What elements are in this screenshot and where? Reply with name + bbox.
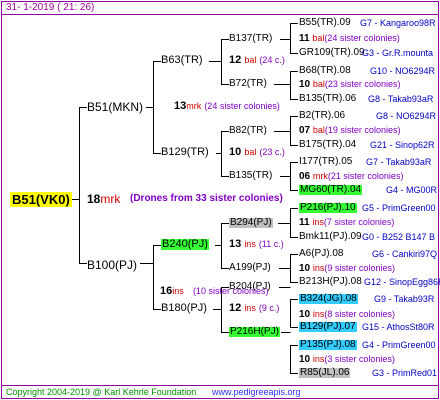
gen4-info: G12 - SinopEgg86R (364, 277, 440, 287)
gen4-name[interactable]: B68(TR).08 (299, 66, 351, 76)
gen3-f-stats: 10 ins(9 sister colonies) (299, 263, 395, 274)
gen3-g-stats: 10 ins(8 sister colonies) (299, 309, 395, 320)
gen4-name[interactable]: I177(TR).05 (299, 157, 352, 167)
gen4-info: G21 - Sinop62R (370, 140, 435, 150)
gen1-p1-name[interactable]: B51(MKN) (87, 101, 143, 113)
gen4-name[interactable]: B55(TR).09 (299, 18, 351, 28)
gen3-h-name[interactable]: P216H(PJ) (229, 327, 280, 337)
gen4-name[interactable]: Bmk11(PJ).09 (299, 232, 362, 242)
gen4-info: G0 - B252 B147 B (362, 232, 436, 242)
queen-root[interactable]: B51(VK0) (10, 192, 72, 207)
gen3-h-stats: 10 ins(3 sister colonies) (299, 354, 395, 365)
gen3-d-stats: 06 mrk(21 sister colonies) (299, 171, 404, 182)
gen3-a-name[interactable]: B137(TR) (229, 34, 272, 44)
gen4-name[interactable]: B324(JG).08 (299, 294, 358, 304)
pedigree-canvas: 31- 1-2019 ( 21: 26) B51(VK0) 18mrk (Dro… (0, 0, 440, 400)
gen2-a-stats: 12 bal (24 c.) (229, 54, 285, 66)
gen4-name[interactable]: B2(TR).06 (299, 111, 345, 121)
report-date: 31- 1-2019 ( 21: 26) (6, 2, 95, 13)
gen2-b-name[interactable]: B129(TR) (161, 147, 209, 158)
gen3-g-name[interactable]: B204(PJ) (229, 282, 271, 292)
root-drones-note: (Drones from 33 sister colonies) (130, 193, 283, 204)
gen4-info: G5 - PrimGreen00 (362, 203, 436, 213)
gen3-c-stats: 07 bal(19 sister colonies) (299, 125, 401, 136)
gen1-p2-name[interactable]: B100(PJ) (87, 257, 137, 273)
gen2-a-name[interactable]: B63(TR) (161, 55, 203, 66)
gen1-p1-stats: 13mrk (24 sister colonies) (174, 100, 280, 112)
footer-url-link[interactable]: www.pedigreeapis.org (212, 388, 301, 397)
gen4-name[interactable]: P216(PJ).10 (299, 203, 357, 213)
gen4-name[interactable]: P135(PJ).08 (299, 340, 357, 350)
gen4-info: G4 - PrimGreen00 (362, 340, 436, 350)
gen2-b-stats: 10 bal (23 c.) (229, 146, 285, 158)
gen4-info: G10 - NO6294R (370, 66, 436, 76)
gen4-name[interactable]: MG60(TR).04 (299, 185, 363, 195)
gen3-e-stats: 11 ins(7 sister colonies) (299, 217, 395, 228)
gen2-c-stats: 13 ins (11 c.) (229, 238, 284, 250)
gen2-d-name[interactable]: B180(PJ) (161, 303, 207, 314)
gen3-c-name[interactable]: B82(TR) (229, 126, 267, 136)
gen4-info: G4 - MG00R (386, 185, 438, 195)
gen4-name[interactable]: A6(PJ).08 (299, 249, 343, 259)
gen3-e-name[interactable]: B294(PJ) (229, 218, 273, 228)
gen4-info: G6 - Cankiri97Q (372, 249, 438, 259)
gen4-info: G3 - Gr.R.mounta (362, 48, 434, 58)
root-stats: 18mrk (87, 193, 120, 205)
gen4-name[interactable]: B135(TR).06 (299, 94, 356, 104)
root-count: 18 (87, 192, 101, 206)
gen3-d-name[interactable]: B135(TR) (229, 171, 272, 181)
gen3-a-stats: 11 bal(24 sister colonies) (299, 33, 400, 44)
gen4-name[interactable]: B129(PJ).07 (299, 322, 357, 332)
gen2-d-stats: 12 ins (9 c.) (229, 302, 280, 314)
gen4-name[interactable]: GR109(TR).09 (299, 48, 365, 58)
gen4-name[interactable]: B175(TR).04 (299, 140, 356, 150)
gen4-info: G8 - NO6294R (376, 111, 437, 121)
footer-copyright: Copyright 2004-2019 @ Karl Kehrle Founda… (6, 387, 197, 397)
gen4-info: G15 - AthosSt80R (362, 322, 435, 332)
gen3-b-name[interactable]: B72(TR) (229, 79, 267, 89)
gen2-c-name[interactable]: B240(PJ) (161, 239, 209, 250)
gen4-info: G9 - Takab93R (374, 294, 435, 304)
gen4-name[interactable]: B213H(PJ).08 (299, 277, 362, 287)
gen4-info: G8 - Takab93aR (368, 94, 434, 104)
gen4-info: G3 - PrimRed01 (372, 368, 438, 378)
gen4-info: G7 - Takab93aR (366, 157, 432, 167)
gen4-name[interactable]: R85(JL).06 (299, 368, 351, 378)
gen3-b-stats: 10 bal(23 sister colonies) (299, 79, 401, 90)
gen3-f-name[interactable]: A199(PJ) (229, 263, 271, 273)
root-mark: mrk (100, 192, 121, 206)
gen4-info: G7 - Kangaroo98R (360, 18, 436, 28)
